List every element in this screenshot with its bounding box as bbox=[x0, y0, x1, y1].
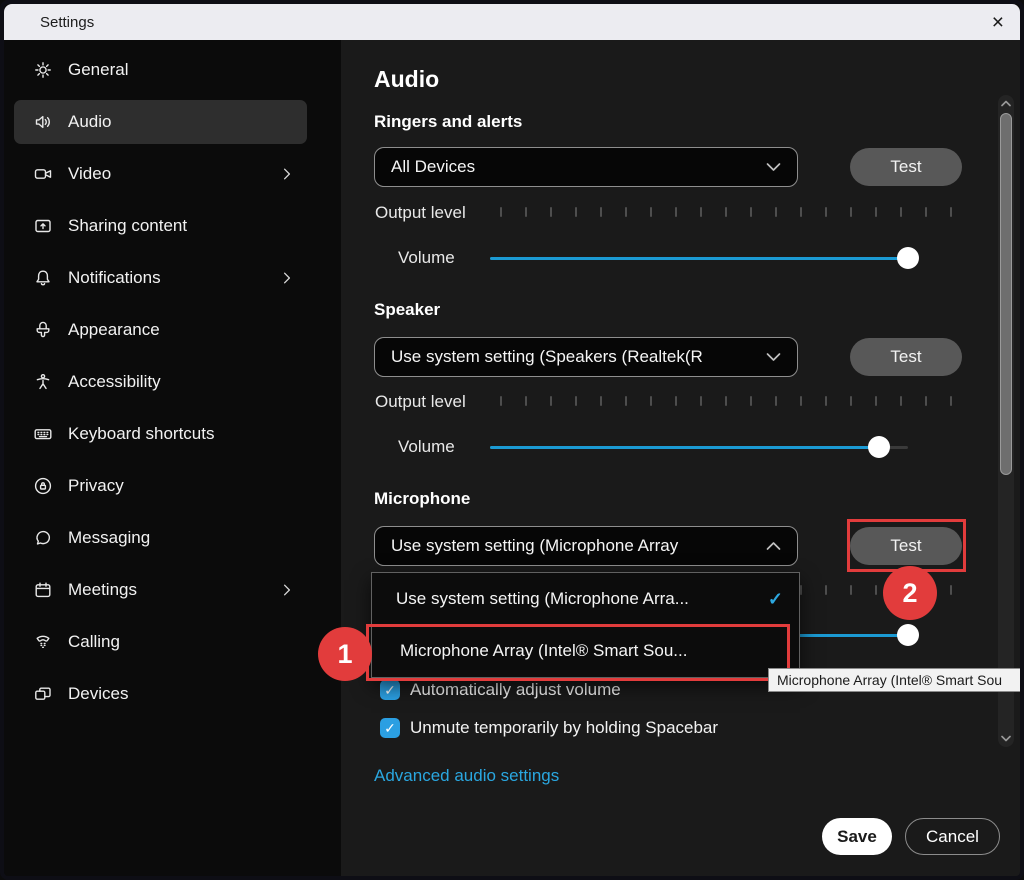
scroll-down-icon bbox=[1001, 735, 1011, 742]
scroll-up-icon bbox=[1001, 100, 1011, 107]
chevron-right-icon bbox=[279, 582, 295, 598]
settings-sidebar: General Audio Video Sharing content Noti… bbox=[4, 40, 341, 876]
device-tooltip: Microphone Array (Intel® Smart Sou bbox=[768, 668, 1024, 692]
auto-adjust-volume-row: ✓ Automatically adjust volume bbox=[380, 680, 621, 700]
sidebar-item-devices[interactable]: Devices bbox=[14, 672, 307, 716]
sidebar-item-general[interactable]: General bbox=[14, 48, 307, 92]
keyboard-icon bbox=[32, 423, 54, 445]
calendar-icon bbox=[32, 579, 54, 601]
share-icon bbox=[32, 215, 54, 237]
sidebar-item-audio[interactable]: Audio bbox=[14, 100, 307, 144]
slider-fill bbox=[490, 257, 908, 260]
speaker-volume-slider[interactable] bbox=[490, 436, 908, 458]
annotation-step-1: 1 bbox=[318, 627, 372, 681]
checkbox-label: Unmute temporarily by holding Spacebar bbox=[410, 718, 718, 738]
sidebar-item-label: Keyboard shortcuts bbox=[68, 424, 214, 444]
sidebar-item-label: Audio bbox=[68, 112, 111, 132]
speaker-heading: Speaker bbox=[374, 300, 440, 320]
scrollbar-thumb[interactable] bbox=[1000, 113, 1012, 475]
speaker-output-level-label: Output level bbox=[375, 391, 466, 413]
annotation-step-2: 2 bbox=[883, 566, 937, 620]
dropdown-option-system-setting[interactable]: Use system setting (Microphone Arra... ✓ bbox=[372, 573, 799, 625]
sidebar-item-label: Sharing content bbox=[68, 216, 187, 236]
slider-thumb[interactable] bbox=[868, 436, 890, 458]
scrollbar[interactable] bbox=[998, 95, 1014, 747]
sidebar-item-label: General bbox=[68, 60, 128, 80]
chat-icon bbox=[32, 527, 54, 549]
microphone-heading: Microphone bbox=[374, 489, 470, 509]
cancel-button[interactable]: Cancel bbox=[905, 818, 1000, 855]
slider-thumb[interactable] bbox=[897, 247, 919, 269]
chevron-right-icon bbox=[279, 270, 295, 286]
camera-icon bbox=[32, 163, 54, 185]
bell-icon bbox=[32, 267, 54, 289]
devices-icon bbox=[32, 683, 54, 705]
ringers-heading: Ringers and alerts bbox=[374, 112, 522, 132]
ringers-device-select[interactable]: All Devices bbox=[374, 147, 798, 187]
sidebar-item-label: Appearance bbox=[68, 320, 160, 340]
checkbox-checked[interactable]: ✓ bbox=[380, 680, 400, 700]
accessibility-icon bbox=[32, 371, 54, 393]
sidebar-item-sharing-content[interactable]: Sharing content bbox=[14, 204, 307, 248]
window-title: Settings bbox=[40, 14, 94, 31]
dropdown-option-label: Use system setting (Microphone Arra... bbox=[396, 589, 689, 609]
sidebar-item-label: Calling bbox=[68, 632, 120, 652]
gear-icon bbox=[32, 59, 54, 81]
chevron-up-icon bbox=[766, 536, 781, 556]
ringers-volume-slider[interactable] bbox=[490, 247, 908, 269]
sidebar-item-label: Devices bbox=[68, 684, 128, 704]
privacy-icon bbox=[32, 475, 54, 497]
sidebar-item-label: Accessibility bbox=[68, 372, 161, 392]
close-icon[interactable]: × bbox=[992, 12, 1004, 33]
speaker-test-button[interactable]: Test bbox=[850, 338, 962, 376]
chevron-down-icon bbox=[766, 157, 781, 177]
sidebar-item-keyboard-shortcuts[interactable]: Keyboard shortcuts bbox=[14, 412, 307, 456]
sidebar-item-label: Meetings bbox=[68, 580, 137, 600]
sidebar-item-label: Privacy bbox=[68, 476, 124, 496]
phone-icon bbox=[32, 631, 54, 653]
slider-thumb[interactable] bbox=[897, 624, 919, 646]
slider-fill bbox=[490, 446, 879, 449]
sidebar-item-messaging[interactable]: Messaging bbox=[14, 516, 307, 560]
save-button[interactable]: Save bbox=[822, 818, 892, 855]
sidebar-item-privacy[interactable]: Privacy bbox=[14, 464, 307, 508]
microphone-device-value: Use system setting (Microphone Array bbox=[391, 536, 758, 556]
ringers-output-level-label: Output level bbox=[375, 202, 466, 224]
sidebar-item-calling[interactable]: Calling bbox=[14, 620, 307, 664]
sidebar-item-accessibility[interactable]: Accessibility bbox=[14, 360, 307, 404]
chevron-down-icon bbox=[766, 347, 781, 367]
settings-window: Settings × General Audio Video Sharing c… bbox=[0, 0, 1024, 880]
sidebar-item-meetings[interactable]: Meetings bbox=[14, 568, 307, 612]
speaker-device-select[interactable]: Use system setting (Speakers (Realtek(R bbox=[374, 337, 798, 377]
sidebar-item-appearance[interactable]: Appearance bbox=[14, 308, 307, 352]
speaker-volume-label: Volume bbox=[398, 436, 455, 458]
annotation-box-microphone-option bbox=[366, 624, 790, 681]
paintbrush-icon bbox=[32, 319, 54, 341]
sidebar-item-label: Video bbox=[68, 164, 111, 184]
annotation-box-test-button bbox=[847, 519, 966, 572]
advanced-audio-settings-link[interactable]: Advanced audio settings bbox=[374, 766, 559, 786]
checkbox-checked[interactable]: ✓ bbox=[380, 718, 400, 738]
page-title: Audio bbox=[374, 66, 439, 93]
ringers-output-level-meter bbox=[500, 207, 952, 217]
ringers-volume-label: Volume bbox=[398, 247, 455, 269]
speaker-device-value: Use system setting (Speakers (Realtek(R bbox=[391, 347, 758, 367]
sidebar-item-label: Notifications bbox=[68, 268, 161, 288]
unmute-spacebar-row: ✓ Unmute temporarily by holding Spacebar bbox=[380, 718, 718, 738]
sidebar-item-label: Messaging bbox=[68, 528, 150, 548]
sidebar-item-notifications[interactable]: Notifications bbox=[14, 256, 307, 300]
ringers-test-button[interactable]: Test bbox=[850, 148, 962, 186]
check-icon: ✓ bbox=[758, 589, 783, 610]
audio-settings-panel: Audio Ringers and alerts All Devices Tes… bbox=[341, 40, 1020, 876]
checkbox-label: Automatically adjust volume bbox=[410, 680, 621, 700]
sidebar-item-video[interactable]: Video bbox=[14, 152, 307, 196]
speaker-icon bbox=[32, 111, 54, 133]
chevron-right-icon bbox=[279, 166, 295, 182]
ringers-device-value: All Devices bbox=[391, 157, 758, 177]
titlebar: Settings × bbox=[4, 4, 1020, 40]
microphone-device-select[interactable]: Use system setting (Microphone Array bbox=[374, 526, 798, 566]
speaker-output-level-meter bbox=[500, 396, 952, 406]
